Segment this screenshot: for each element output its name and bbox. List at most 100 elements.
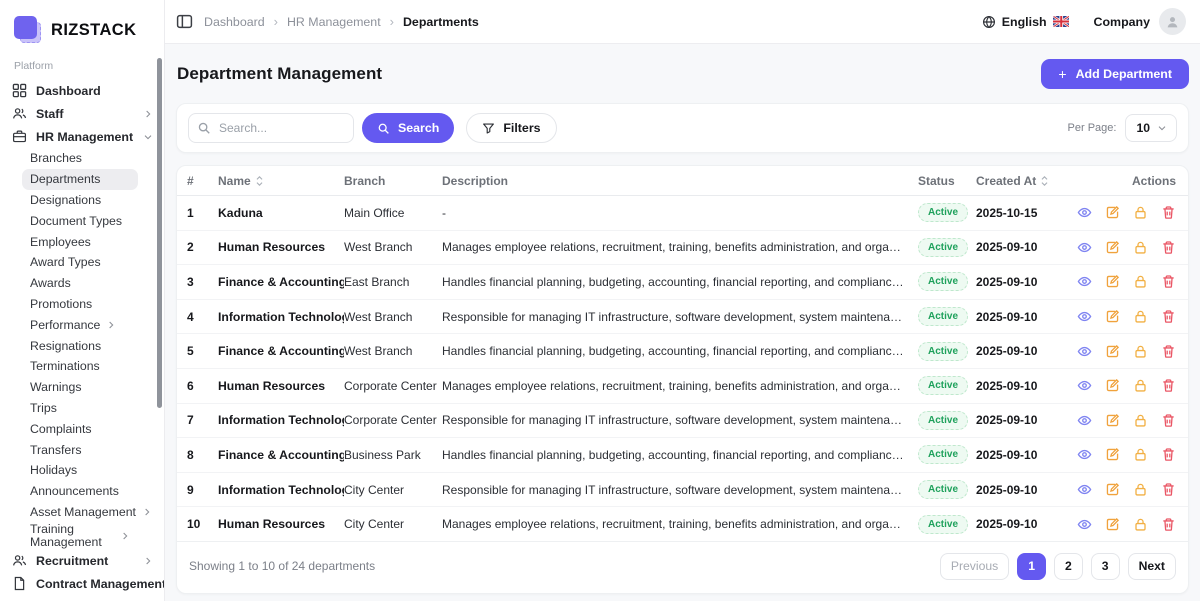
- delete-trash-icon[interactable]: [1161, 378, 1176, 393]
- sidebar-toggle-icon[interactable]: [176, 13, 193, 30]
- cell-description: Responsible for managing IT infrastructu…: [442, 413, 918, 427]
- cell-created-at: 2025-09-10: [976, 275, 1070, 289]
- previous-page-button[interactable]: Previous: [940, 553, 1009, 580]
- search-button[interactable]: Search: [362, 113, 454, 143]
- table-row: 10Human ResourcesCity CenterManages empl…: [177, 507, 1188, 542]
- sidebar-section-label: Platform: [0, 56, 164, 79]
- lock-icon[interactable]: [1133, 344, 1148, 359]
- delete-trash-icon[interactable]: [1161, 482, 1176, 497]
- edit-icon[interactable]: [1105, 274, 1120, 289]
- sidebar-item-staff[interactable]: Staff: [0, 102, 164, 125]
- sidebar-item-departments[interactable]: Departments: [22, 169, 138, 190]
- sidebar-item-awards[interactable]: Awards: [0, 273, 164, 294]
- edit-icon[interactable]: [1105, 240, 1120, 255]
- edit-icon[interactable]: [1105, 482, 1120, 497]
- sidebar-item-holidays[interactable]: Holidays: [0, 460, 164, 481]
- lock-icon[interactable]: [1133, 378, 1148, 393]
- view-eye-icon[interactable]: [1077, 378, 1092, 393]
- sidebar-item-resignations[interactable]: Resignations: [0, 335, 164, 356]
- sidebar-item-contract-management[interactable]: Contract Management: [0, 572, 164, 595]
- page-button-2[interactable]: 2: [1054, 553, 1083, 580]
- lock-icon[interactable]: [1133, 309, 1148, 324]
- column-header-name[interactable]: Name: [218, 174, 344, 188]
- edit-icon[interactable]: [1105, 413, 1120, 428]
- delete-trash-icon[interactable]: [1161, 344, 1176, 359]
- lock-icon[interactable]: [1133, 413, 1148, 428]
- sidebar-scrollbar[interactable]: [157, 58, 162, 408]
- view-eye-icon[interactable]: [1077, 482, 1092, 497]
- search-input[interactable]: [188, 113, 354, 143]
- cell-name: Finance & Accounting: [218, 448, 344, 462]
- column-header-created-at[interactable]: Created At: [976, 174, 1070, 188]
- sidebar: RIZSTACK Platform DashboardStaffHR Manag…: [0, 0, 165, 601]
- sidebar-item-hr-management[interactable]: HR Management: [0, 125, 164, 148]
- view-eye-icon[interactable]: [1077, 413, 1092, 428]
- lock-icon[interactable]: [1133, 205, 1148, 220]
- add-department-button[interactable]: + Add Department: [1041, 59, 1189, 89]
- per-page-label: Per Page:: [1068, 122, 1117, 134]
- chevron-right-icon: [144, 557, 152, 565]
- next-page-button[interactable]: Next: [1128, 553, 1176, 580]
- delete-trash-icon[interactable]: [1161, 205, 1176, 220]
- delete-trash-icon[interactable]: [1161, 240, 1176, 255]
- sidebar-item-warnings[interactable]: Warnings: [0, 377, 164, 398]
- view-eye-icon[interactable]: [1077, 447, 1092, 462]
- cell-branch: East Branch: [344, 275, 442, 289]
- delete-trash-icon[interactable]: [1161, 517, 1176, 532]
- sidebar-item-transfers[interactable]: Transfers: [0, 439, 164, 460]
- breadcrumb-hr-management[interactable]: HR Management: [287, 15, 381, 29]
- delete-trash-icon[interactable]: [1161, 309, 1176, 324]
- per-page-select[interactable]: 10: [1125, 114, 1177, 142]
- view-eye-icon[interactable]: [1077, 517, 1092, 532]
- sidebar-item-training-management[interactable]: Training Management: [0, 522, 164, 549]
- lock-icon[interactable]: [1133, 274, 1148, 289]
- edit-icon[interactable]: [1105, 205, 1120, 220]
- topbar-right: English Company: [982, 8, 1186, 35]
- edit-icon[interactable]: [1105, 344, 1120, 359]
- view-eye-icon[interactable]: [1077, 240, 1092, 255]
- lock-icon[interactable]: [1133, 240, 1148, 255]
- edit-icon[interactable]: [1105, 517, 1120, 532]
- lock-icon[interactable]: [1133, 517, 1148, 532]
- sidebar-item-employees[interactable]: Employees: [0, 231, 164, 252]
- view-eye-icon[interactable]: [1077, 274, 1092, 289]
- view-eye-icon[interactable]: [1077, 205, 1092, 220]
- sidebar-item-award-types[interactable]: Award Types: [0, 252, 164, 273]
- sidebar-item-designations[interactable]: Designations: [0, 190, 164, 211]
- edit-icon[interactable]: [1105, 309, 1120, 324]
- sidebar-item-asset-management[interactable]: Asset Management: [0, 502, 164, 523]
- sidebar-item-terminations[interactable]: Terminations: [0, 356, 164, 377]
- edit-icon[interactable]: [1105, 378, 1120, 393]
- delete-trash-icon[interactable]: [1161, 413, 1176, 428]
- lock-icon[interactable]: [1133, 447, 1148, 462]
- sidebar-item-trips[interactable]: Trips: [0, 398, 164, 419]
- view-eye-icon[interactable]: [1077, 344, 1092, 359]
- page-button-1[interactable]: 1: [1017, 553, 1046, 580]
- view-eye-icon[interactable]: [1077, 309, 1092, 324]
- sidebar-item-announcements[interactable]: Announcements: [0, 481, 164, 502]
- delete-trash-icon[interactable]: [1161, 274, 1176, 289]
- language-label: English: [1002, 15, 1047, 29]
- language-switcher[interactable]: English: [982, 15, 1070, 29]
- brand-logo[interactable]: RIZSTACK: [0, 12, 164, 56]
- delete-trash-icon[interactable]: [1161, 447, 1176, 462]
- cell-description: Responsible for managing IT infrastructu…: [442, 310, 918, 324]
- filters-button[interactable]: Filters: [466, 113, 556, 143]
- sidebar-item-recruitment[interactable]: Recruitment: [0, 549, 164, 572]
- table-row: 8Finance & AccountingBusiness ParkHandle…: [177, 438, 1188, 473]
- sidebar-item-branches[interactable]: Branches: [0, 148, 164, 169]
- sidebar-item-performance[interactable]: Performance: [0, 314, 164, 335]
- lock-icon[interactable]: [1133, 482, 1148, 497]
- sidebar-item-promotions[interactable]: Promotions: [0, 294, 164, 315]
- sidebar-item-complaints[interactable]: Complaints: [0, 418, 164, 439]
- breadcrumb-dashboard[interactable]: Dashboard: [204, 15, 265, 29]
- edit-icon[interactable]: [1105, 447, 1120, 462]
- sidebar-item-label: Contract Management: [36, 577, 165, 591]
- page-button-3[interactable]: 3: [1091, 553, 1120, 580]
- sidebar-item-dashboard[interactable]: Dashboard: [0, 79, 164, 102]
- sidebar-item-label: Terminations: [30, 359, 100, 373]
- cell-description: -: [442, 206, 918, 220]
- sidebar-item-document-types[interactable]: Document Types: [0, 210, 164, 231]
- account-menu[interactable]: Company: [1094, 8, 1186, 35]
- title-row: Department Management + Add Department: [176, 59, 1189, 89]
